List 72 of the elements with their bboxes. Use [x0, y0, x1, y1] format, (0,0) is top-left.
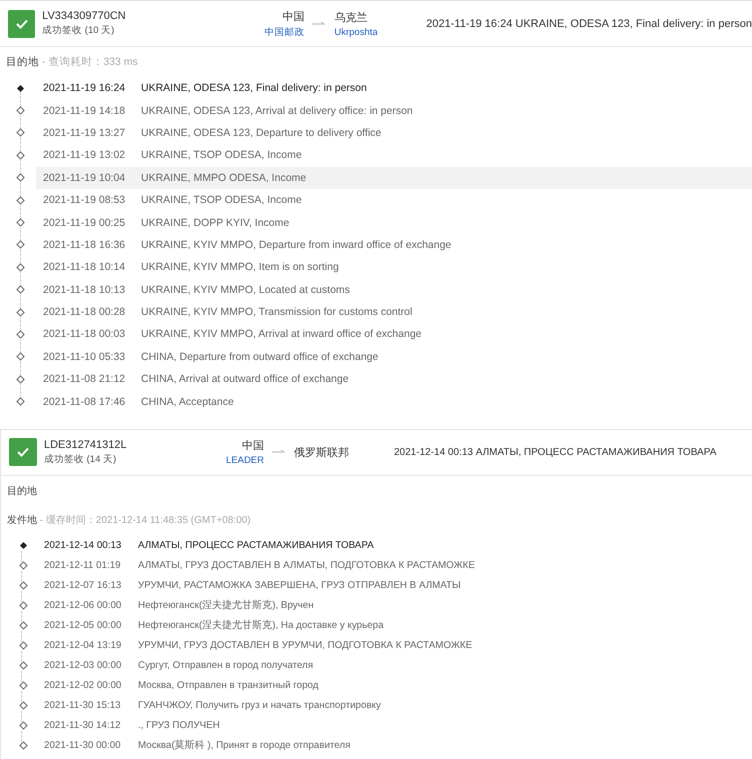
- event-time: 2021-11-08 17:46: [43, 396, 126, 408]
- delivery-status: 成功签收 (14 天): [44, 452, 118, 466]
- event-time: 2021-11-18 00:03: [43, 328, 126, 340]
- event-description: UKRAINE, ODESA 123, Departure to delivery office: [141, 126, 382, 139]
- destination-country: 乌克兰: [334, 10, 368, 24]
- event-description: УРУМЧИ, ГРУЗ ДОСТАВЛЕН В УРУМЧИ, ПОДГОТОВКА К РАСТАМОЖКЕ: [138, 640, 472, 652]
- section-label: 目的地: [7, 486, 37, 497]
- event-time: 2021-11-30 15:13: [44, 700, 122, 712]
- event-time: 2021-12-14 00:13: [44, 540, 122, 552]
- event-time: 2021-11-19 10:04: [43, 172, 126, 184]
- event-time: 2021-12-03 00:00: [44, 660, 122, 672]
- event-time: 2021-12-07 16:13: [44, 580, 122, 592]
- carrier-link[interactable]: Ukrposhta: [334, 26, 378, 38]
- check-icon: [16, 446, 30, 458]
- event-time: 2021-11-18 16:36: [43, 238, 126, 251]
- event-time: 2021-11-30 00:00: [44, 740, 122, 752]
- event-time: 2021-11-19 00:25: [43, 216, 126, 229]
- tracking-number[interactable]: LDE312741312L: [44, 438, 184, 451]
- event-description: Москва, Отправлен в транзитный город: [138, 680, 319, 692]
- event-description: UKRAINE, MMPO ODESA, Income: [141, 172, 306, 184]
- event-description: UKRAINE, KYIV MMPO, Located at customs: [141, 284, 350, 296]
- event-description: UKRAINE, TSOP ODESA, Income: [141, 194, 302, 206]
- event-description: UKRAINE, ODESA 123, Arrival at delivery office: in person: [141, 104, 413, 117]
- origin-country: 中国: [241, 439, 264, 454]
- event-description: Сургут, Отправлен в город получателя: [138, 660, 314, 672]
- event-description: УРУМЧИ, РАСТАМОЖКА ЗАВЕРШЕНА, ГРУЗ ОТПРАВЛЕН В АЛМАТЫ: [138, 580, 461, 592]
- origin-country: 中国: [281, 10, 304, 24]
- event-time: 2021-11-19 16:24: [43, 82, 126, 94]
- event-description: ГУАНЧЖОУ, Получить груз и начать транспортировку: [138, 700, 381, 712]
- event-time: 2021-11-19 13:27: [43, 126, 126, 139]
- event-description: АЛМАТЫ, ГРУЗ ДОСТАВЛЕН В АЛМАТЫ, ПОДГОТОВКА К РАСТАМОЖКЕ: [138, 560, 475, 572]
- event-description: UKRAINE, KYIV MMPO, Arrival at inward office of exchange: [141, 328, 422, 340]
- event-description: UKRAINE, ODESA 123, Final delivery: in person: [141, 82, 367, 94]
- section-label: 发件地: [7, 514, 37, 526]
- delivery-status: 成功签收 (10 天): [42, 24, 116, 37]
- event-time: 2021-12-06 00:00: [44, 600, 122, 612]
- event-description: АЛМАТЫ, ПРОЦЕСС РАСТАМАЖИВАНИЯ ТОВАРА: [138, 540, 374, 552]
- event-description: Москва(莫斯科 ), Принят в городе отправителя: [138, 739, 350, 752]
- event-description: CHINA, Acceptance: [141, 396, 234, 408]
- event-time: 2021-11-18 00:28: [43, 306, 126, 318]
- event-time: 2021-11-19 13:02: [43, 149, 126, 162]
- event-description: ., ГРУЗ ПОЛУЧЕН: [138, 720, 220, 732]
- carrier-link[interactable]: 中国邮政: [256, 26, 304, 38]
- event-description: Нефтеюганск(涅夫捷尤甘斯克), На доставке у курьера: [138, 619, 384, 632]
- event-description: CHINA, Departure from outward office of exchange: [141, 350, 378, 363]
- event-description: Нефтеюганск(涅夫捷尤甘斯克), Вручен: [138, 599, 314, 612]
- event-time: 2021-12-04 13:19: [44, 640, 122, 652]
- event-description: UKRAINE, DOPP KYIV, Income: [141, 216, 290, 229]
- event-description: CHINA, Arrival at outward office of exchange: [141, 373, 349, 386]
- event-description: UKRAINE, KYIV MMPO, Transmission for customs control: [141, 306, 412, 318]
- event-time: 2021-12-05 00:00: [44, 620, 122, 632]
- section-label: 目的地: [6, 56, 39, 68]
- event-description: UKRAINE, KYIV MMPO, Item is on sorting: [141, 261, 339, 274]
- event-time: 2021-11-18 10:14: [43, 261, 126, 274]
- event-time: 2021-12-11 01:19: [44, 560, 122, 572]
- event-description: UKRAINE, TSOP ODESA, Income: [141, 149, 302, 162]
- event-description: UKRAINE, KYIV MMPO, Departure from inward office of exchange: [141, 238, 452, 251]
- event-time: 2021-11-10 05:33: [43, 350, 126, 363]
- latest-event: 2021-12-14 00:13 АЛМАТЫ, ПРОЦЕСС РАСТАМАЖИВАНИЯ ТОВАРА: [394, 446, 716, 458]
- event-time: 2021-11-19 08:53: [43, 194, 126, 206]
- event-time: 2021-11-19 14:18: [43, 104, 126, 117]
- event-time: 2021-11-30 14:12: [44, 720, 122, 732]
- carrier-link[interactable]: LEADER: [208, 455, 264, 466]
- event-time: 2021-12-02 00:00: [44, 680, 122, 692]
- latest-event: 2021-11-19 16:24 UKRAINE, ODESA 123, Final delivery: in person: [426, 18, 752, 30]
- query-note: - 查询耗时：333 ms: [40, 56, 138, 68]
- tracking-number[interactable]: LV334309770CN: [42, 10, 226, 22]
- query-note: - 缓存时间：2021-12-14 11:48:35 (GMT+08:00): [38, 514, 251, 526]
- event-time: 2021-11-08 21:12: [43, 373, 126, 386]
- event-time: 2021-11-18 10:13: [43, 284, 126, 296]
- destination-country: 俄罗斯联邦: [294, 446, 349, 460]
- check-icon: [14, 18, 29, 30]
